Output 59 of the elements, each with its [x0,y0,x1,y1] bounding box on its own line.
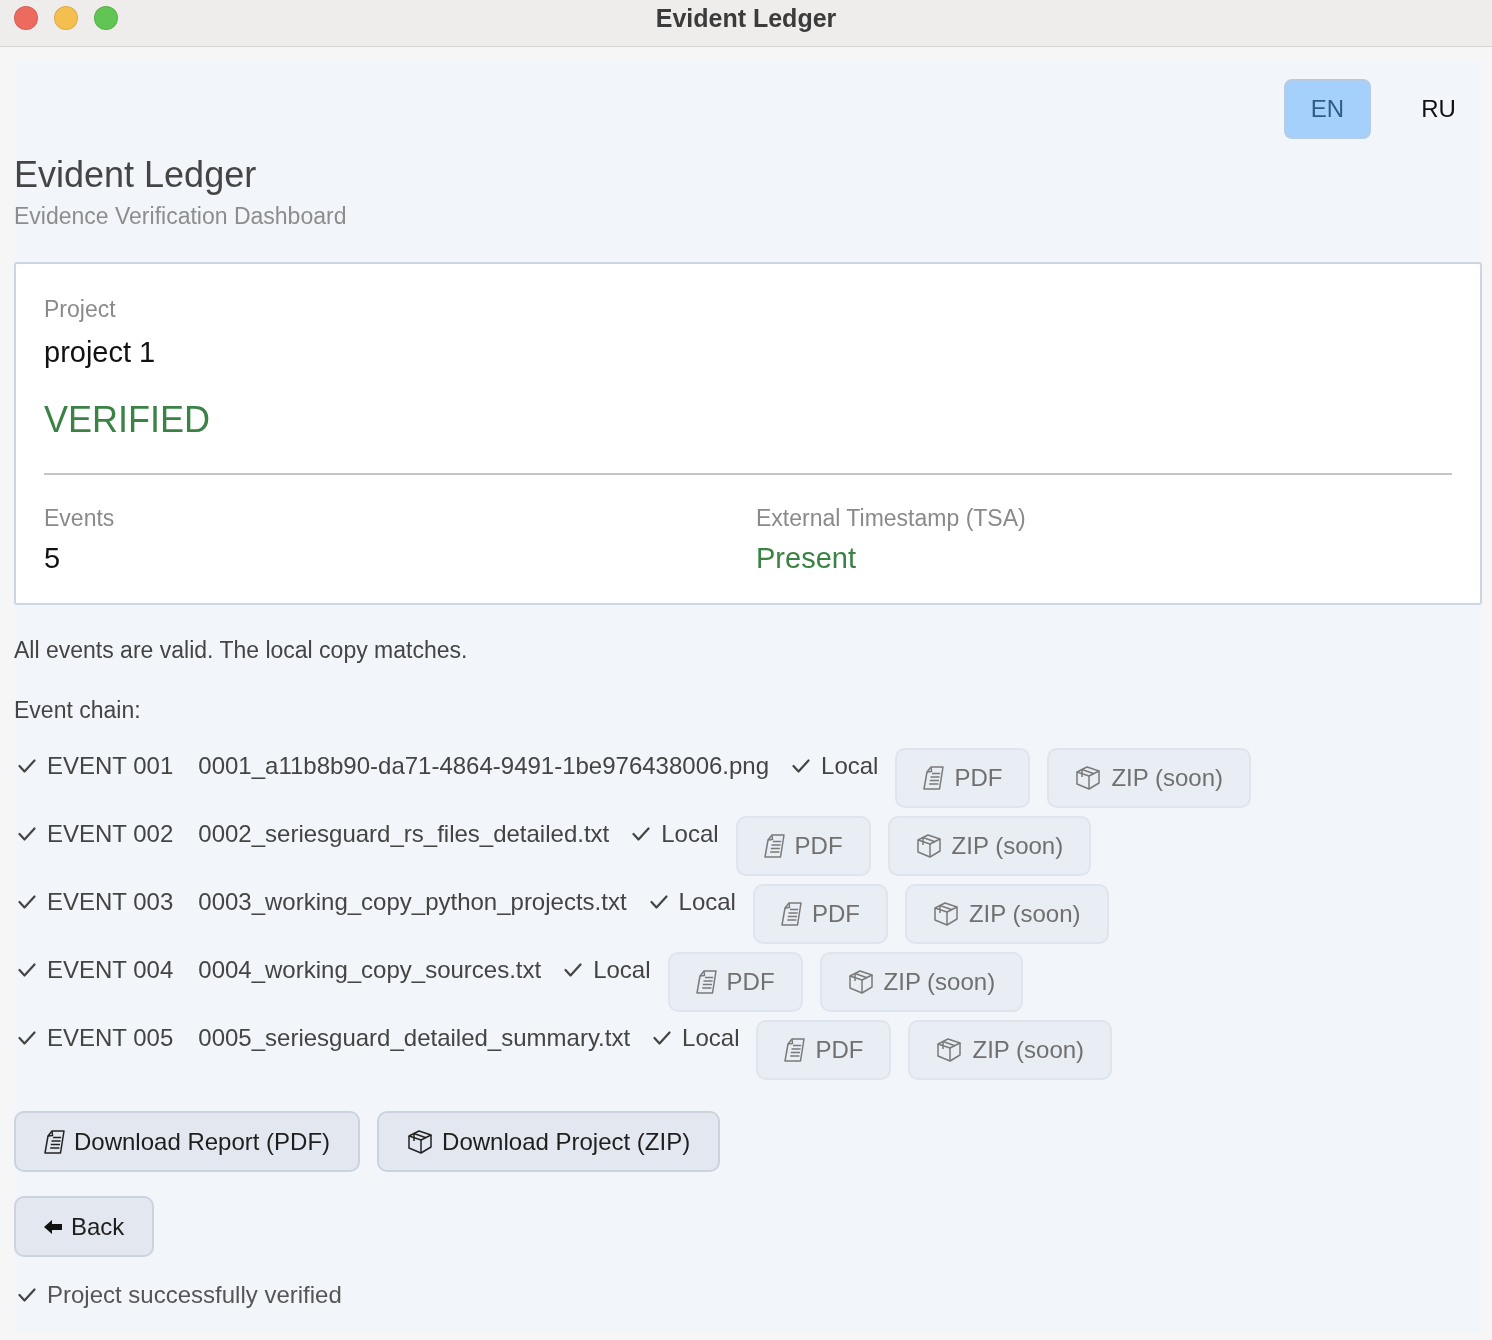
box-icon [932,901,959,927]
box-icon [407,1128,434,1155]
tsa-label: External Timestamp (TSA) [756,504,1027,533]
page-title: Evident Ledger [14,153,258,197]
local-status: Local [661,819,719,849]
event-file-name: 0003_working_copy_python_projects.txt [198,887,627,917]
close-button[interactable] [14,6,38,30]
zip-button[interactable]: ZIP (soon) [819,952,1024,1012]
document-icon [784,1038,806,1062]
event-id: EVENT 005 [47,1023,174,1053]
document-icon [44,1129,65,1154]
zip-button[interactable]: ZIP (soon) [1047,748,1252,808]
verification-status: VERIFIED [44,398,212,442]
event-file-name: 0004_working_copy_sources.txt [198,955,542,985]
tsa-value: Present [756,541,857,576]
page-subtitle: Evidence Verification Dashboard [14,202,348,231]
event-chain-label: Event chain: [14,696,142,725]
arrow-left-icon [44,1218,62,1235]
events-label: Events [44,504,116,533]
document-icon [923,766,945,790]
event-id: EVENT 002 [47,819,174,849]
result-message: All events are valid. The local copy matches. [14,636,469,665]
box-icon [1075,765,1102,791]
event-id: EVENT 001 [47,751,174,781]
pdf-button[interactable]: PDF [735,816,871,876]
document-icon [695,970,717,994]
document-icon [763,834,785,858]
zip-button[interactable]: ZIP (soon) [904,884,1109,944]
event-id: EVENT 003 [47,887,174,917]
document-icon [780,902,802,926]
zip-button[interactable]: ZIP (soon) [887,816,1092,876]
language-button[interactable]: RU [1395,79,1482,139]
box-icon [936,1037,963,1063]
back-button[interactable]: Back [14,1196,155,1257]
local-status: Local [682,1023,740,1053]
pdf-button[interactable]: PDF [667,952,803,1012]
download-project-button[interactable]: Download Project (ZIP) [377,1111,721,1172]
project-label: Project [44,295,117,324]
events-count: 5 [44,541,62,576]
window-title: Evident Ledger [655,5,837,31]
event-file-name: 0002_seriesguard_rs_files_detailed.txt [198,819,610,849]
event-file-name: 0001_a11b8b90-da71-4864-9491-1be976438006.png [198,751,770,781]
language-button[interactable]: EN [1284,79,1371,139]
minimize-button[interactable] [54,6,78,30]
event-file-name: 0005_seriesguard_detailed_summary.txt [198,1023,631,1053]
zip-button[interactable]: ZIP (soon) [908,1020,1113,1080]
zoom-button[interactable] [94,6,118,30]
pdf-button[interactable]: PDF [756,1020,892,1080]
box-icon [915,833,942,859]
box-icon [847,969,874,995]
local-status: Local [821,751,879,781]
download-report-button[interactable]: Download Report (PDF) [14,1111,361,1172]
event-id: EVENT 004 [47,955,174,985]
pdf-button[interactable]: PDF [752,884,888,944]
pdf-button[interactable]: PDF [895,748,1031,808]
local-status: Local [678,887,736,917]
project-name: project 1 [44,335,157,370]
status-message: Project successfully verified [47,1280,342,1310]
local-status: Local [593,955,651,985]
